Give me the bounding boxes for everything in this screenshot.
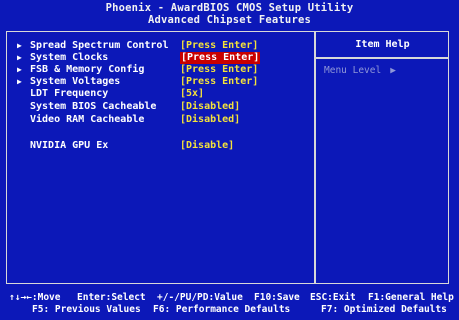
key-hint-previous-values: F5: Previous Values [32,304,141,315]
window-title: Phoenix - AwardBIOS CMOS Setup Utility [105,2,354,14]
menu-item-label: FSB & Memory Config [30,64,145,75]
key-hint-optimized-defaults: F7: Optimized Defaults [321,304,447,315]
menu-item-label: System Voltages [30,76,121,87]
submenu-arrow-icon: ▶ [17,41,22,50]
menu-item-value-selected[interactable]: [Press Enter] [180,52,261,64]
help-title-divider [314,57,449,59]
menu-item-fsb-memory-config[interactable]: ▶ FSB & Memory Config [Press Enter] [17,64,307,76]
key-hint-select: Enter:Select [77,292,146,303]
key-hint-general-help: F1:General Help [368,292,454,303]
menu-item-label: Video RAM Cacheable [30,114,145,125]
menu-item-value[interactable]: [Disabled] [180,114,240,126]
key-hint-exit: ESC:Exit [310,292,356,303]
menu-item-system-clocks[interactable]: ▶ System Clocks [Press Enter] [17,52,307,64]
key-hint-performance-defaults: F6: Performance Defaults [153,304,291,315]
menu-item-ldt-frequency[interactable]: LDT Frequency [5x] [17,88,307,100]
submenu-arrow-icon: ▶ [17,53,22,62]
panel-divider-vertical [314,31,316,284]
menu-item-label: System BIOS Cacheable [30,101,157,112]
menu-item-value[interactable]: [Press Enter] [180,76,258,88]
menu-item-system-bios-cacheable[interactable]: System BIOS Cacheable [Disabled] [17,101,307,113]
menu-level-indicator: Menu Level ▶ [324,65,396,76]
menu-item-value[interactable]: [Disable] [180,140,234,152]
menu-item-spread-spectrum-control[interactable]: ▶ Spread Spectrum Control [Press Enter] [17,40,307,52]
submenu-arrow-icon: ▶ [17,65,22,74]
menu-item-nvidia-gpu-ex[interactable]: NVIDIA GPU Ex [Disable] [17,140,307,152]
menu-item-label: Spread Spectrum Control [30,40,169,51]
item-help-title: Item Help [355,39,410,50]
key-hint-value: +/-/PU/PD:Value [157,292,243,303]
menu-item-video-ram-cacheable[interactable]: Video RAM Cacheable [Disabled] [17,114,307,126]
menu-item-system-voltages[interactable]: ▶ System Voltages [Press Enter] [17,76,307,88]
menu-item-label: System Clocks [30,52,109,63]
play-triangle-icon: ▶ [390,65,396,76]
menu-item-label: LDT Frequency [30,88,109,99]
menu-level-label: Menu Level [324,65,382,76]
menu-item-value[interactable]: [Press Enter] [180,40,258,52]
key-hint-save: F10:Save [254,292,300,303]
submenu-arrow-icon: ▶ [17,77,22,86]
key-hint-move: ↑↓→←:Move [9,292,61,303]
menu-item-label: NVIDIA GPU Ex [30,140,109,151]
menu-item-value[interactable]: [Disabled] [180,101,240,113]
page-subtitle: Advanced Chipset Features [147,14,312,26]
menu-item-value[interactable]: [Press Enter] [180,64,258,76]
menu-item-value[interactable]: [5x] [180,88,204,100]
